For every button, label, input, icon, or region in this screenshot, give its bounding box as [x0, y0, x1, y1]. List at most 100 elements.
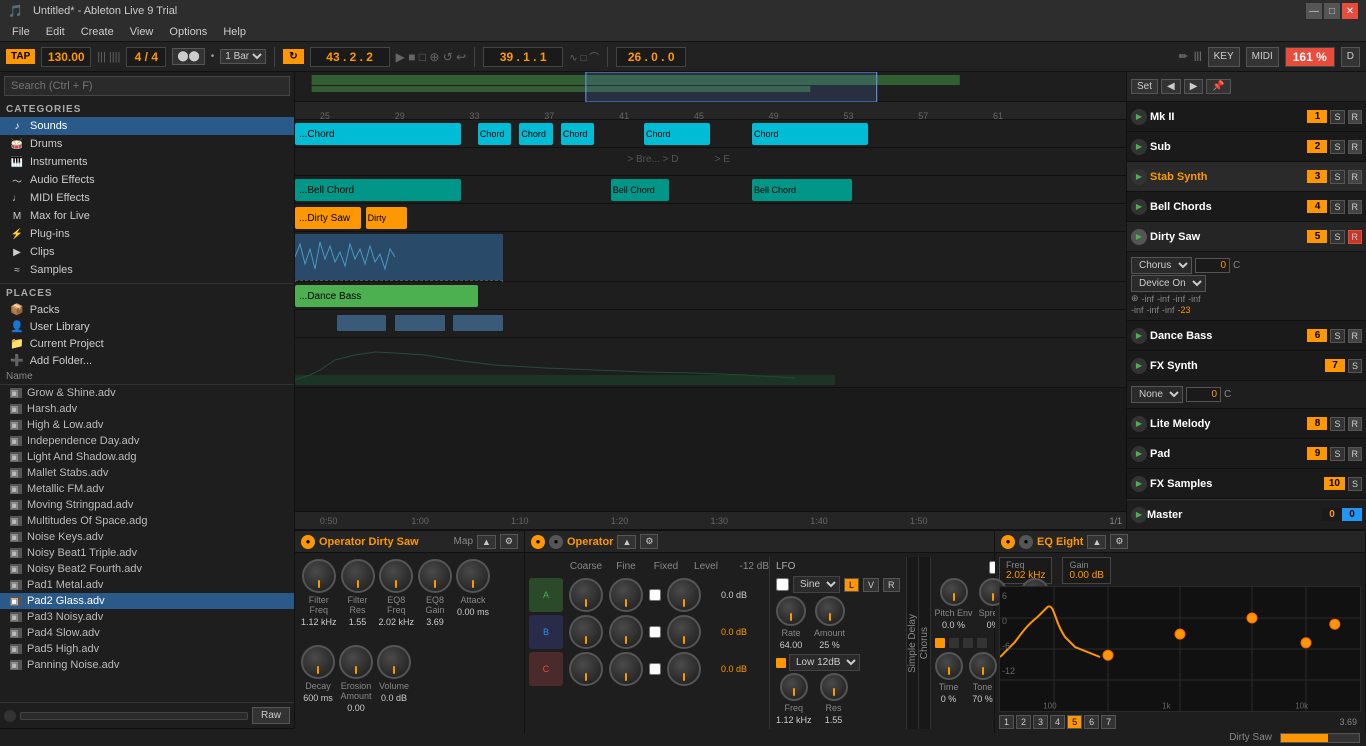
- track-num-fx-samples[interactable]: 10: [1324, 477, 1345, 490]
- clip-small-3[interactable]: [453, 315, 503, 331]
- op-fixed-3[interactable]: [649, 663, 661, 675]
- op-coarse-2[interactable]: [569, 615, 603, 649]
- decay-knob[interactable]: [301, 645, 335, 679]
- sidebar-item-current-project[interactable]: 📁 Current Project: [0, 335, 294, 352]
- titlebar-controls[interactable]: — □ ✕: [1306, 3, 1358, 19]
- track-content-7[interactable]: [295, 310, 1126, 337]
- clip-chord-3[interactable]: Chord: [519, 123, 552, 145]
- clip-chord-6[interactable]: Chord: [752, 123, 868, 145]
- bpm-display[interactable]: 130.00: [41, 47, 91, 67]
- track-num-dance[interactable]: 6: [1307, 329, 1327, 342]
- clip-dance-1[interactable]: ...Dance Bass: [295, 285, 478, 307]
- position3-display[interactable]: 26 . 0 . 0: [616, 47, 686, 67]
- clip-small-1[interactable]: [337, 315, 387, 331]
- op-a-btn[interactable]: A: [529, 578, 563, 612]
- time-sig-display[interactable]: 4 / 4: [126, 47, 166, 67]
- mixer-prev-btn[interactable]: ◀: [1161, 79, 1181, 94]
- track-content-noise[interactable]: [295, 232, 1126, 281]
- close-button[interactable]: ✕: [1342, 3, 1358, 19]
- track-s-mkii[interactable]: S: [1330, 110, 1344, 124]
- clip-chord-5[interactable]: Chord: [644, 123, 710, 145]
- btn-orange-1[interactable]: [935, 638, 945, 648]
- map-label[interactable]: Map: [454, 536, 473, 547]
- midi-button[interactable]: MIDI: [1246, 47, 1279, 67]
- op-dirty-saw-power[interactable]: ●: [301, 535, 315, 549]
- file-item[interactable]: ▣Noisy Beat2 Fourth.adv: [0, 561, 294, 577]
- file-item[interactable]: ▣Moving Stringpad.adv: [0, 497, 294, 513]
- mixer-play-sub[interactable]: ▶: [1131, 139, 1147, 155]
- eq8-band-1[interactable]: 1: [999, 715, 1014, 729]
- menu-create[interactable]: Create: [73, 24, 122, 40]
- file-item[interactable]: ▣Noise Keys.adv: [0, 529, 294, 545]
- track-num-mkii[interactable]: 1: [1307, 110, 1327, 123]
- erosion-knob[interactable]: [339, 645, 373, 679]
- track-r-pad[interactable]: R: [1348, 447, 1363, 461]
- tap-button[interactable]: TAP: [6, 49, 35, 64]
- file-item[interactable]: ▣Mallet Stabs.adv: [0, 465, 294, 481]
- mixer-play-dance[interactable]: ▶: [1131, 328, 1147, 344]
- clip-chord-4[interactable]: Chord: [561, 123, 594, 145]
- mixer-play-fx-synth[interactable]: ▶: [1131, 358, 1147, 374]
- track-num-dirty[interactable]: 5: [1307, 230, 1327, 243]
- master-num2[interactable]: 0: [1342, 508, 1362, 521]
- volume-knob[interactable]: [377, 645, 411, 679]
- eq8-band-6[interactable]: 6: [1084, 715, 1099, 729]
- mixer-play-mkii[interactable]: ▶: [1131, 109, 1147, 125]
- search-input[interactable]: [4, 76, 290, 96]
- track-num-stab[interactable]: 3: [1307, 170, 1327, 183]
- eq8-band-4[interactable]: 4: [1050, 715, 1065, 729]
- file-item[interactable]: ▣Pad4 Slow.adv: [0, 625, 294, 641]
- clip-chord-1[interactable]: ...Chord: [295, 123, 461, 145]
- op-fixed-2[interactable]: [649, 626, 661, 638]
- menu-help[interactable]: Help: [215, 24, 254, 40]
- op2-power[interactable]: ●: [531, 535, 545, 549]
- clip-dirty-1[interactable]: ...Dirty Saw: [295, 207, 361, 229]
- tone-knob[interactable]: [969, 652, 997, 680]
- op-coarse-1[interactable]: [569, 578, 603, 612]
- track-s-stab[interactable]: S: [1330, 170, 1344, 184]
- arrangement-overview[interactable]: [295, 72, 1126, 102]
- track-s-bell[interactable]: S: [1330, 200, 1344, 214]
- lfo-amount-knob[interactable]: [815, 596, 845, 626]
- track-content-bell[interactable]: ...Bell Chord Bell Chord Bell Chord: [295, 176, 1126, 203]
- device-on-select[interactable]: Device On: [1131, 275, 1206, 292]
- op-level-3[interactable]: [667, 652, 701, 686]
- eq8-band-2[interactable]: 2: [1016, 715, 1031, 729]
- op-c-btn[interactable]: C: [529, 652, 563, 686]
- position-display[interactable]: 43 . 2 . 2: [310, 47, 390, 67]
- lfo-filter-freq-knob[interactable]: [780, 673, 808, 701]
- mixer-play-stab[interactable]: ▶: [1131, 169, 1147, 185]
- track-content-dirty[interactable]: ...Dirty Saw Dirty: [295, 204, 1126, 231]
- mixer-next-btn[interactable]: ▶: [1184, 79, 1204, 94]
- op-b-btn[interactable]: B: [529, 615, 563, 649]
- loop-button[interactable]: ↻: [283, 49, 303, 64]
- op-coarse-3[interactable]: [569, 652, 603, 686]
- track-r-stab[interactable]: R: [1348, 170, 1363, 184]
- add-eq-btn[interactable]: ⊕: [1131, 293, 1139, 304]
- track-content-empty1[interactable]: > Bre... > D > E: [295, 148, 1126, 175]
- raw-button[interactable]: Raw: [252, 707, 290, 724]
- track-s-pad[interactable]: S: [1330, 447, 1344, 461]
- file-item[interactable]: ▣Light And Shadow.adg: [0, 449, 294, 465]
- sidebar-item-user-library[interactable]: 👤 User Library: [0, 318, 294, 335]
- btn-off-3[interactable]: [977, 638, 987, 648]
- mixer-play-lite[interactable]: ▶: [1131, 416, 1147, 432]
- sidebar-item-packs[interactable]: 📦 Packs: [0, 301, 294, 318]
- master-play-btn[interactable]: ▶: [1131, 507, 1147, 523]
- clip-small-2[interactable]: [395, 315, 445, 331]
- mixer-play-bell[interactable]: ▶: [1131, 199, 1147, 215]
- eq8-gain-knob[interactable]: [418, 559, 452, 593]
- file-item[interactable]: ▣Pad3 Noisy.adv: [0, 609, 294, 625]
- loop-length-select[interactable]: 1 Bar: [220, 49, 266, 64]
- key-button[interactable]: KEY: [1208, 47, 1240, 67]
- lfo-btn-v[interactable]: V: [863, 578, 879, 592]
- file-item[interactable]: ▣Noisy Beat1 Triple.adv: [0, 545, 294, 561]
- preview-button[interactable]: [4, 710, 16, 722]
- eq8-band-7[interactable]: 7: [1101, 715, 1116, 729]
- track-num-lite[interactable]: 8: [1307, 417, 1327, 430]
- mixer-set-btn[interactable]: Set: [1131, 79, 1158, 94]
- filter-type-select[interactable]: Low 12dB: [789, 654, 860, 671]
- track-s-fx-samples[interactable]: S: [1348, 477, 1362, 491]
- op-level-1[interactable]: [667, 578, 701, 612]
- mixer-play-fx-samples[interactable]: ▶: [1131, 476, 1147, 492]
